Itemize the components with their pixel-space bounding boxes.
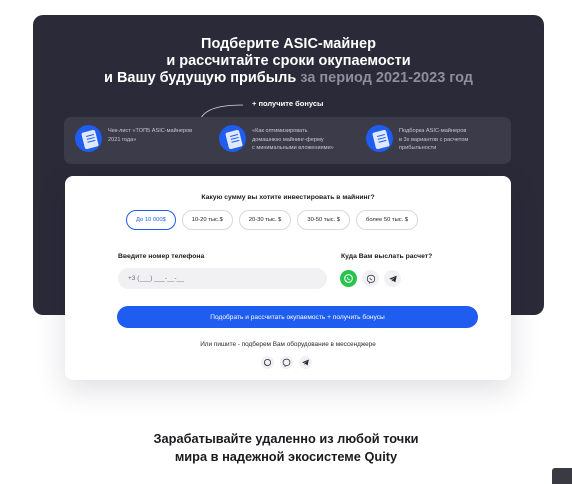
viber-icon: [366, 274, 375, 284]
section-tagline: Зарабатывайте удаленно из любой точки ми…: [0, 430, 572, 465]
bonus-text: Подборка ASIC-майнеров в 3х вариантов с …: [399, 128, 469, 152]
whatsapp-icon: [263, 358, 272, 367]
tagline-line-1: Зарабатывайте удаленно из любой точки: [153, 431, 419, 446]
alt-contact-text: Или пишите - подберем Вам оборудование в…: [200, 341, 376, 348]
amount-options: До 10 000$ 10-20 тыс.$ 20-30 тыс. $ 30-5…: [126, 210, 419, 230]
alt-messenger-links: [261, 356, 312, 369]
telegram-link[interactable]: [299, 356, 312, 369]
phone-label: Введите номер телефона: [118, 253, 205, 260]
hero-title-line-3: и Вашу будущую прибыль за период 2021-20…: [33, 70, 544, 87]
hero-title-line-2: и рассчитайте сроки окупаемости: [166, 53, 411, 69]
bonus-text: «Как оптимизировать домашнюю майнинг-фер…: [252, 128, 334, 152]
scroll-to-top-button[interactable]: [552, 468, 572, 484]
messenger-label: Куда Вам выслать расчет?: [341, 253, 433, 260]
tagline-line-2: мира в надежной экосистеме Quity: [174, 448, 398, 464]
bonus-strip: Чек-лист «ТОП5 ASIC-майнеров 2021 года» …: [64, 117, 511, 164]
amount-option-20-30k[interactable]: 20-30 тыс. $: [238, 210, 292, 230]
calculator-form-card: Какую сумму вы хотите инвестировать в ма…: [65, 176, 511, 380]
document-icon: [219, 125, 246, 152]
hero-title-period: за период 2021-2023 год: [296, 70, 473, 86]
messenger-options: [340, 270, 401, 287]
bonus-text: Чек-лист «ТОП5 ASIC-майнеров 2021 года»: [108, 128, 193, 143]
viber-icon: [282, 358, 291, 367]
viber-link[interactable]: [280, 356, 293, 369]
amount-option-over-50k[interactable]: более 50 тыс. $: [356, 210, 419, 230]
telegram-icon: [302, 359, 309, 366]
hero-title: Подберите ASIC-майнер и рассчитайте срок…: [33, 36, 544, 87]
telegram-icon: [388, 275, 397, 282]
bonus-item-selection: Подборка ASIC-майнеров в 3х вариантов с …: [366, 125, 468, 153]
whatsapp-icon: [344, 274, 353, 283]
viber-button[interactable]: [362, 270, 379, 287]
hero-title-line-1: Подберите ASIC-майнер: [201, 36, 376, 52]
amount-option-under-10k[interactable]: До 10 000$: [126, 210, 176, 230]
hero-title-line-3-main: и Вашу будущую прибыль: [104, 70, 297, 86]
submit-button[interactable]: Подобрать и рассчитать окупаемость + пол…: [117, 306, 478, 328]
whatsapp-button[interactable]: [340, 270, 357, 287]
amount-option-10-20k[interactable]: 10-20 тыс.$: [181, 210, 233, 230]
investment-question: Какую сумму вы хотите инвестировать в ма…: [201, 194, 375, 201]
bonus-item-guide: «Как оптимизировать домашнюю майнинг-фер…: [219, 125, 334, 153]
whatsapp-link[interactable]: [261, 356, 274, 369]
bonus-label: + получите бонусы: [252, 99, 324, 108]
telegram-button[interactable]: [384, 270, 401, 287]
bonus-item-checklist: Чек-лист «ТОП5 ASIC-майнеров 2021 года»: [75, 125, 192, 152]
amount-option-30-50k[interactable]: 30-50 тыс. $: [297, 210, 350, 230]
phone-input[interactable]: [118, 268, 327, 289]
document-icon: [366, 125, 393, 152]
document-icon: [75, 125, 102, 152]
